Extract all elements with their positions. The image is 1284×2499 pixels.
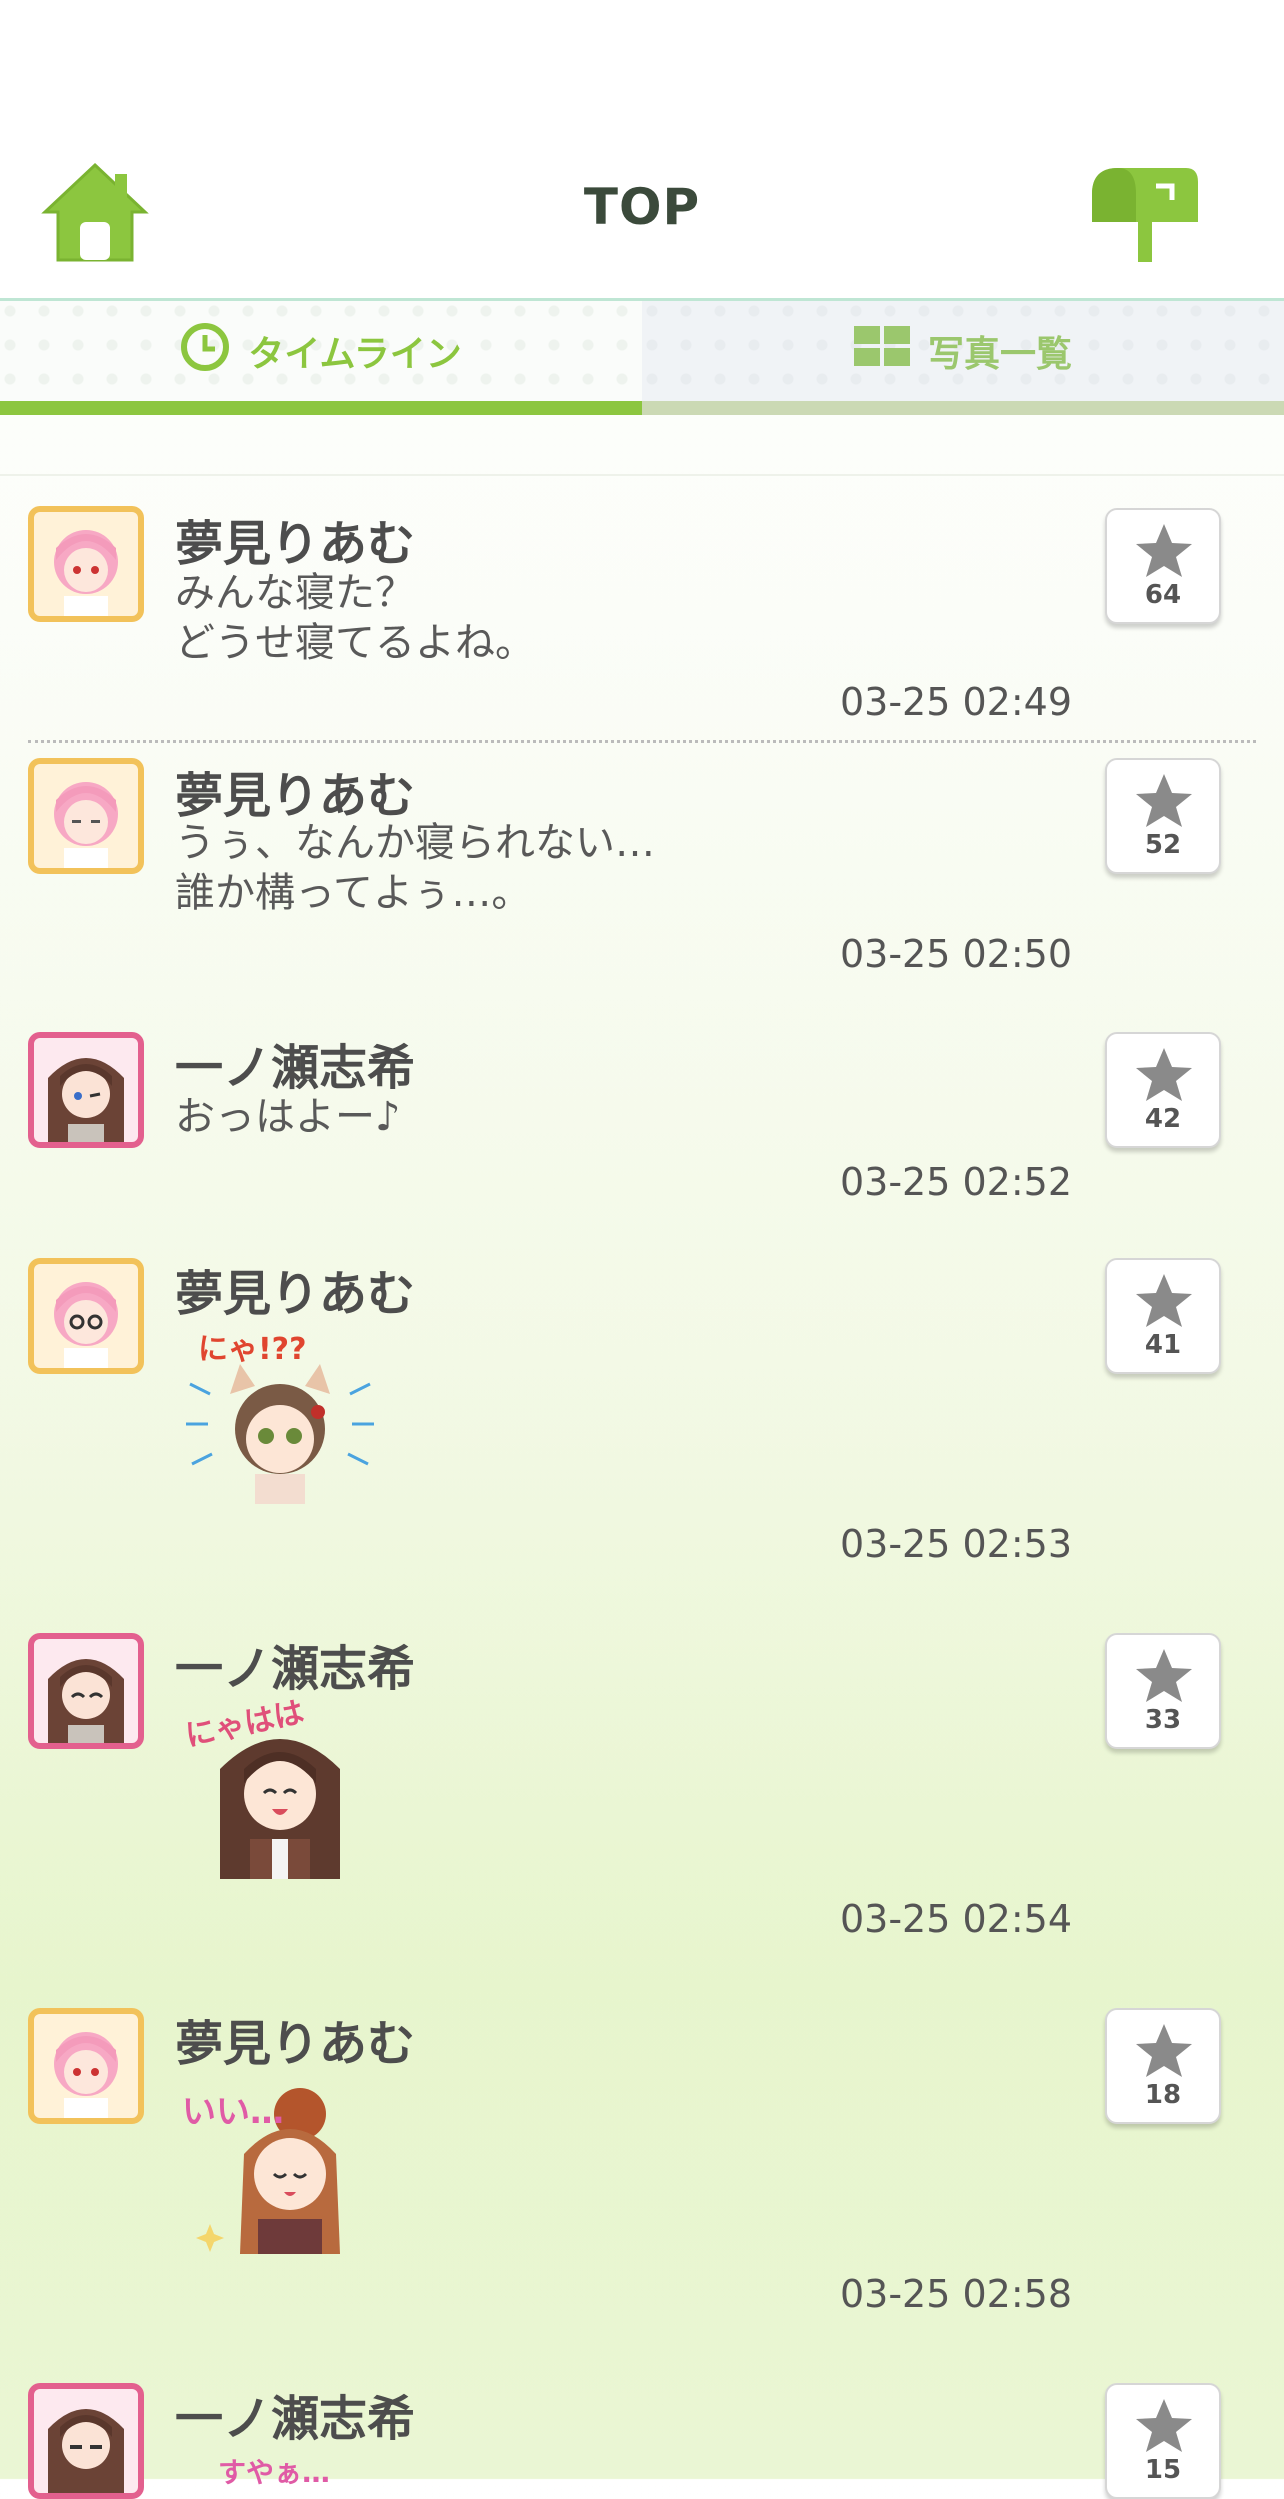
like-button[interactable]: 42 <box>1105 1032 1221 1148</box>
post-time: 03-25 02:50 <box>839 932 1072 976</box>
timeline-list[interactable]: 夢見りあむ みんな寝た？ どうせ寝てるよね。 03-25 02:49 64 夢見… <box>0 474 1284 2499</box>
post-time: 03-25 02:49 <box>839 680 1072 724</box>
tab-active-indicator <box>0 401 642 415</box>
star-icon <box>1136 774 1192 827</box>
post-author: 夢見りあむ <box>175 516 416 572</box>
like-count: 18 <box>1144 2080 1182 2110</box>
star-icon <box>1136 1048 1192 1101</box>
post-text: うぅ、なんか寝られない… 誰か構ってよぅ…。 <box>175 820 655 916</box>
post-time: 03-25 02:52 <box>839 1160 1072 1204</box>
like-count: 15 <box>1144 2455 1182 2485</box>
like-button[interactable]: 52 <box>1105 758 1221 874</box>
post-divider <box>28 740 1256 743</box>
star-icon <box>1136 524 1192 577</box>
sticker-caption: すやぁ… <box>218 2456 331 2489</box>
like-button[interactable]: 33 <box>1105 1633 1221 1749</box>
mailbox-icon <box>1092 168 1198 262</box>
shiki-avatar[interactable] <box>28 1032 144 1148</box>
like-count: 41 <box>1144 1330 1182 1360</box>
tab-inactive-indicator <box>642 401 1284 415</box>
tab-timeline[interactable]: タイムライン <box>0 301 642 401</box>
post-author: 夢見りあむ <box>175 768 416 824</box>
grid-icon <box>853 325 910 377</box>
post-time: 03-25 02:53 <box>839 1522 1072 1566</box>
shiki-avatar[interactable] <box>28 1633 144 1749</box>
sticker-image[interactable]: いい… <box>180 2074 380 2254</box>
shiki-avatar[interactable] <box>28 2383 144 2499</box>
sticker-image[interactable]: にゃはは <box>180 1695 380 1879</box>
like-button[interactable]: 15 <box>1105 2383 1221 2499</box>
post-author: 一ノ瀬志希 <box>175 2391 416 2447</box>
riamu-avatar[interactable] <box>28 506 144 622</box>
post-author: 夢見りあむ <box>175 2016 416 2072</box>
riamu-avatar[interactable] <box>28 2008 144 2124</box>
like-button[interactable]: 64 <box>1105 508 1221 624</box>
post-author: 一ノ瀬志希 <box>175 1040 416 1096</box>
post-time: 03-25 02:58 <box>839 2272 1072 2316</box>
sticker-image[interactable]: にゃ!?? <box>180 1324 380 1504</box>
post-author: 夢見りあむ <box>175 1266 416 1322</box>
clock-icon <box>180 322 230 381</box>
header-bar: TOP <box>0 0 1284 301</box>
sticker-caption: いい… <box>182 2092 284 2132</box>
like-count: 33 <box>1144 1705 1182 1735</box>
like-count: 52 <box>1144 830 1182 860</box>
riamu-avatar[interactable] <box>28 1258 144 1374</box>
like-count: 64 <box>1144 580 1182 610</box>
sticker-caption: にゃ!?? <box>198 1332 307 1367</box>
like-count: 42 <box>1144 1104 1182 1134</box>
star-icon <box>1136 2024 1192 2077</box>
tab-bar: タイムライン 写真一覧 <box>0 301 1284 415</box>
mail-button[interactable] <box>1088 164 1200 266</box>
star-icon <box>1136 2399 1192 2452</box>
like-button[interactable]: 41 <box>1105 1258 1221 1374</box>
tab-timeline-label: タイムライン <box>248 334 462 375</box>
star-icon <box>1136 1274 1192 1327</box>
tab-photos-label: 写真一覧 <box>927 334 1072 375</box>
post-text: おっはよー♪ <box>175 1094 401 1140</box>
post-time: 03-25 02:54 <box>839 1897 1072 1941</box>
like-button[interactable]: 18 <box>1105 2008 1221 2124</box>
star-icon <box>1136 1649 1192 1702</box>
post-text: みんな寝た？ どうせ寝てるよね。 <box>175 570 535 666</box>
tab-photos[interactable]: 写真一覧 <box>642 301 1284 401</box>
riamu-avatar[interactable] <box>28 758 144 874</box>
